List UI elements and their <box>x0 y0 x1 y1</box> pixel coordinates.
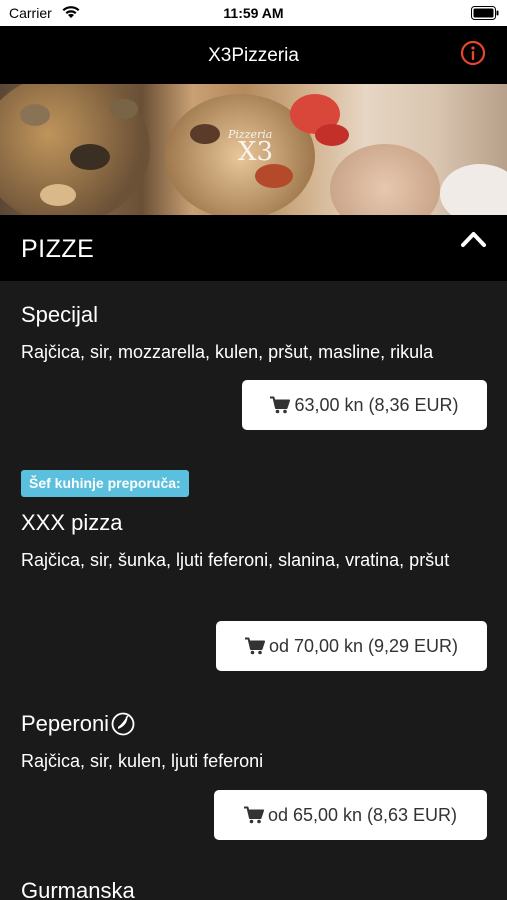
list-item: Gurmanska <box>21 878 487 900</box>
list-item: Peperoni Rajčica, sir, kulen, ljuti fefe… <box>21 711 487 777</box>
add-to-cart-button[interactable]: od 65,00 kn (8,63 EUR) <box>214 790 487 840</box>
pizza-name: XXX pizza <box>21 510 123 535</box>
chef-recommends-badge: Šef kuhinje preporuča: <box>21 470 189 497</box>
cart-icon <box>243 806 264 824</box>
chili-pepper-icon <box>111 712 135 736</box>
cart-icon <box>244 637 265 655</box>
section-header-pizze[interactable]: PIZZE <box>0 215 507 281</box>
pizza-name-row: Peperoni <box>21 711 487 737</box>
hero-logo: Pizzeria X3 <box>228 128 274 167</box>
chevron-up-icon[interactable] <box>460 229 487 249</box>
status-time: 11:59 AM <box>223 5 284 21</box>
price-label: 63,00 kn (8,36 EUR) <box>294 394 459 415</box>
battery-icon <box>471 6 499 20</box>
cart-icon <box>270 396 291 414</box>
pizza-name: Specijal <box>21 302 99 327</box>
add-to-cart-button[interactable]: od 70,00 kn (9,29 EUR) <box>216 621 487 671</box>
list-item: XXX pizza Rajčica, sir, šunka, ljuti fef… <box>21 510 487 576</box>
pizza-name: Peperoni <box>21 711 110 736</box>
list-item: Specijal Rajčica, sir, mozzarella, kulen… <box>21 302 487 368</box>
pizza-description: Rajčica, sir, mozzarella, kulen, pršut, … <box>21 342 434 362</box>
pizza-name: Gurmanska <box>21 878 135 900</box>
price-label: od 70,00 kn (9,29 EUR) <box>268 635 459 656</box>
add-to-cart-button[interactable]: 63,00 kn (8,36 EUR) <box>242 380 487 430</box>
app-title: X3Pizzeria <box>208 45 299 66</box>
nav-bar: X3Pizzeria <box>0 26 507 84</box>
pizza-description: Rajčica, sir, šunka, ljuti feferoni, sla… <box>21 550 450 570</box>
pizza-description: Rajčica, sir, kulen, ljuti feferoni <box>21 751 264 771</box>
info-icon[interactable] <box>460 40 486 66</box>
section-title: PIZZE <box>21 235 95 263</box>
hero-image: Pizzeria X3 <box>0 84 507 215</box>
status-bar: Carrier 11:59 AM <box>0 0 507 26</box>
price-label: od 65,00 kn (8,63 EUR) <box>267 804 458 825</box>
